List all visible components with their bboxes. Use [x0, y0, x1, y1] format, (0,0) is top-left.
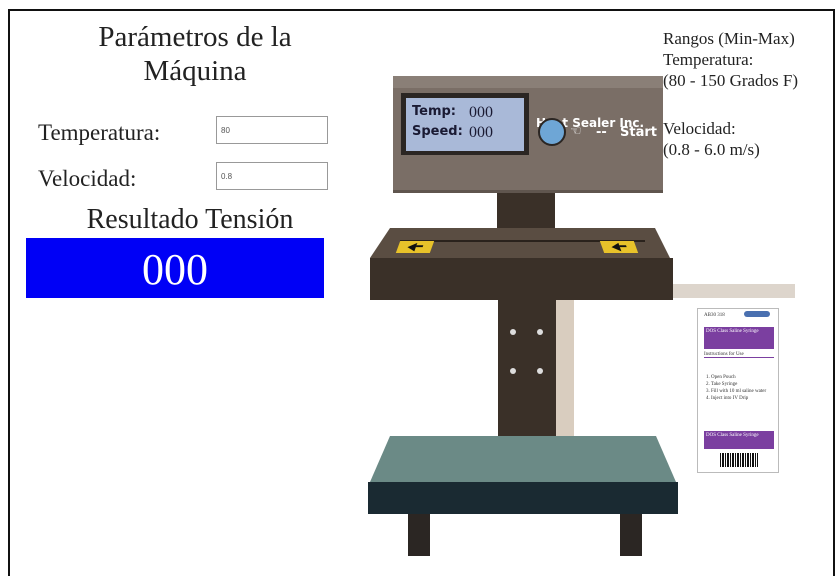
pouch-name: DOS Class Saline Syringe: [704, 327, 774, 349]
ranges-panel: Rangos (Min-Max) Temperatura: (80 - 150 …: [663, 28, 839, 160]
temperature-label: Temperatura:: [38, 120, 161, 145]
pouch-footer: DOS Class Saline Syringe: [704, 431, 774, 449]
pouch-steps: 1. Open Pouch 2. Take Syringe 3. Fill wi…: [706, 374, 772, 402]
ranges-temp-range: (80 - 150 Grados F): [663, 71, 799, 90]
result-title: Resultado Tensión: [86, 204, 294, 235]
pouch-step: 4. Inject into IV Drip: [706, 396, 749, 401]
page-title: Parámetros de la Máquina: [60, 20, 330, 88]
speed-input[interactable]: [216, 162, 328, 190]
pouch-step: 3. Fill with 10 ml saline water: [706, 389, 767, 394]
start-button[interactable]: [538, 118, 566, 146]
temperature-input[interactable]: [216, 116, 328, 144]
ranges-temp-label: Temperatura:: [663, 50, 754, 69]
pouch-instructions-title: Instructions for Use: [704, 352, 774, 358]
speed-label: Velocidad:: [38, 166, 137, 191]
pouch-code: AB30 318: [704, 313, 725, 318]
syringe-pouch[interactable]: AB30 318 DOS Class Saline Syringe Instru…: [697, 308, 779, 473]
pouch-logo: [744, 311, 770, 317]
ranges-speed-label: Velocidad:: [663, 119, 736, 138]
ranges-speed-range: (0.8 - 6.0 m/s): [663, 140, 760, 159]
pouch-step: 1. Open Pouch: [706, 375, 736, 380]
title-line-2: Máquina: [143, 55, 247, 87]
ranges-heading: Rangos (Min-Max): [663, 29, 795, 48]
title-line-1: Parámetros de la: [98, 21, 292, 53]
result-value: 000: [26, 238, 324, 298]
pouch-step: 2. Take Syringe: [706, 382, 738, 387]
barcode-icon: [720, 453, 758, 467]
